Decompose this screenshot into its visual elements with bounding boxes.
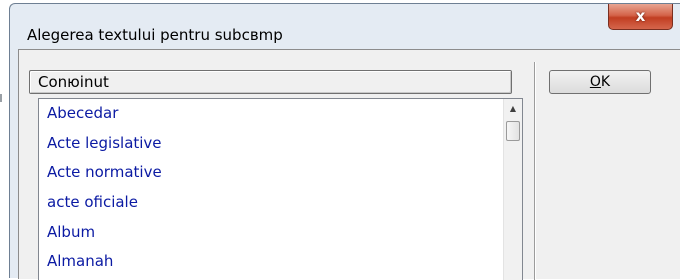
close-icon: x: [635, 7, 646, 25]
vertical-scrollbar[interactable]: ▲: [503, 99, 522, 280]
title-bar[interactable]: Alegerea textului pentru subcвmp x: [10, 4, 680, 49]
ok-label-rest: K: [600, 74, 611, 90]
list-item[interactable]: Acte legislative: [47, 134, 162, 152]
list-item[interactable]: Acte normative: [47, 163, 162, 181]
column-header-content[interactable]: Conюinut: [29, 70, 512, 94]
window-title: Alegerea textului pentru subcвmp: [27, 26, 283, 44]
list-item[interactable]: Album: [47, 223, 95, 241]
background-edge-mark: [0, 94, 2, 102]
list-item[interactable]: Abecedar: [47, 104, 118, 122]
dialog-client-area: Conюinut Abecedar Acte legislative Acte …: [18, 49, 680, 280]
scroll-thumb[interactable]: [506, 121, 520, 141]
ok-mnemonic: O: [589, 74, 601, 90]
ok-button[interactable]: OK: [549, 70, 651, 94]
scroll-up-arrow-icon[interactable]: ▲: [504, 99, 522, 116]
list-item[interactable]: Almanah: [47, 252, 113, 270]
text-choice-listbox[interactable]: Abecedar Acte legislative Acte normative…: [38, 98, 523, 280]
dialog-window: Alegerea textului pentru subcвmp x Conюi…: [9, 3, 680, 280]
close-button[interactable]: x: [608, 4, 673, 30]
list-item[interactable]: acte oficiale: [47, 193, 138, 211]
panel-divider-highlight: [535, 62, 536, 280]
